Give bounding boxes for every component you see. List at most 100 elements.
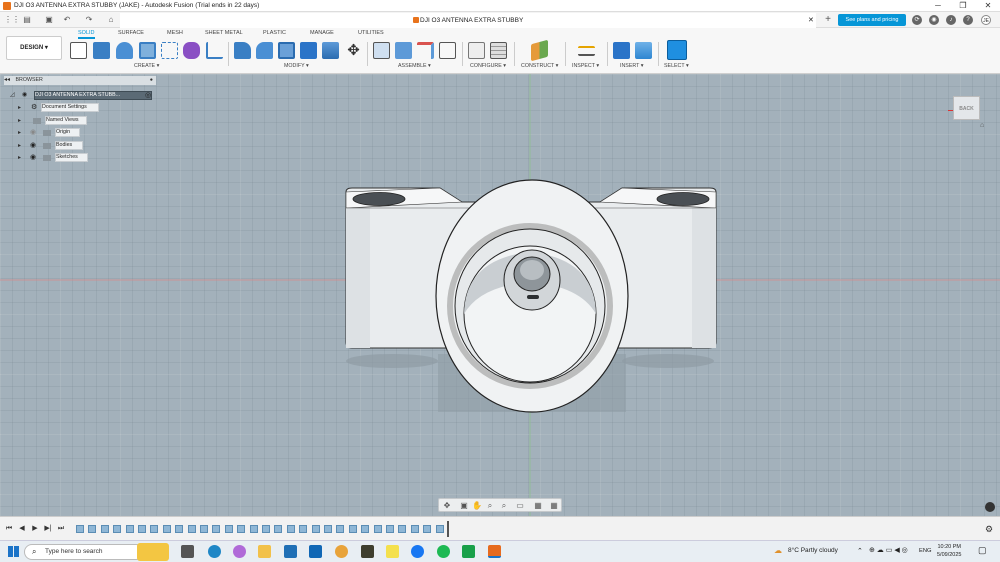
timeline-feature-icon[interactable] <box>249 525 258 533</box>
timeline-feature-icon[interactable] <box>348 525 357 533</box>
grid-settings-icon[interactable]: ▦ <box>533 501 543 511</box>
timeline-feature-icon[interactable] <box>200 525 208 533</box>
extrude-icon[interactable] <box>93 42 110 59</box>
timeline-feature-icon[interactable] <box>423 525 432 533</box>
look-at-icon[interactable]: ▣ <box>459 501 469 511</box>
help-icon[interactable]: ? <box>963 15 973 25</box>
comments-icon[interactable] <box>985 502 995 512</box>
task-view-icon[interactable] <box>181 545 194 558</box>
viewports-icon[interactable]: ▦ <box>549 501 559 511</box>
file-explorer-icon[interactable] <box>258 545 271 558</box>
home-icon[interactable]: ⌂ <box>106 15 116 25</box>
close-button[interactable]: ✕ <box>978 1 998 11</box>
timeline-feature-icon[interactable] <box>299 525 308 533</box>
zoom-icon[interactable]: ⌕ <box>485 501 495 511</box>
timeline-feature-icon[interactable] <box>361 525 370 533</box>
timeline-marker[interactable] <box>447 521 449 537</box>
tab-manage[interactable]: MANAGE <box>310 30 334 36</box>
document-tab[interactable]: DJI O3 ANTENNA EXTRA STUBBY ✕ <box>120 13 816 28</box>
timeline-feature-icon[interactable] <box>187 525 196 533</box>
group-configure[interactable]: CONFIGURE ▾ <box>470 63 506 69</box>
timeline-feature-icon[interactable] <box>237 525 246 533</box>
measure-icon[interactable] <box>578 46 595 56</box>
group-create[interactable]: CREATE ▾ <box>134 63 159 69</box>
notification-center-icon[interactable]: ▢ <box>978 545 987 556</box>
timeline-feature-icon[interactable] <box>373 525 382 533</box>
timeline-feature-icon[interactable] <box>435 525 444 533</box>
press-pull-icon[interactable] <box>234 42 251 59</box>
spotify-icon[interactable] <box>437 545 450 558</box>
timeline-next-icon[interactable]: ▶| <box>43 524 53 534</box>
browser-item-sketches[interactable]: ▸ ◉ Sketches <box>18 153 108 163</box>
orbit-icon[interactable]: ✥ <box>442 501 452 511</box>
visibility-eye-icon[interactable]: ◉ <box>22 91 27 98</box>
language-indicator[interactable]: ENG <box>919 548 932 554</box>
hole-icon[interactable] <box>139 42 156 59</box>
redo-icon[interactable]: ↷ <box>84 15 94 25</box>
timeline-feature-icon[interactable] <box>410 525 419 533</box>
messenger-icon[interactable] <box>411 545 424 558</box>
fit-icon[interactable]: ⌕ <box>499 501 509 511</box>
joint-origin-icon[interactable] <box>439 42 456 59</box>
timeline-feature-icon[interactable] <box>76 525 84 533</box>
visibility-eye-icon[interactable]: ◉ <box>30 128 36 136</box>
clock[interactable]: 10:20 PM 5/09/2025 <box>937 543 961 559</box>
notifications-icon[interactable]: ♪ <box>946 15 956 25</box>
browser-item-document-settings[interactable]: ▸ ⚙ Document Settings <box>18 103 108 113</box>
new-component-icon[interactable] <box>373 42 390 59</box>
viewcube[interactable]: BACK <box>953 96 980 120</box>
group-insert[interactable]: INSERT ▾ <box>620 63 643 69</box>
search-highlight-image[interactable] <box>137 543 169 561</box>
expand-icon[interactable]: ▸ <box>18 117 21 124</box>
new-tab-button[interactable]: + <box>822 14 834 26</box>
timeline-play-icon[interactable]: ▶ <box>30 524 40 534</box>
weather-text[interactable]: 8°C Partly cloudy <box>788 547 838 554</box>
visibility-eye-icon[interactable]: ◉ <box>30 153 36 161</box>
activate-radio-icon[interactable]: ◎ <box>145 91 151 99</box>
select-icon[interactable] <box>667 40 687 60</box>
insert-derive-icon[interactable] <box>613 42 630 59</box>
tab-surface[interactable]: SURFACE <box>118 30 144 36</box>
minimize-button[interactable]: ─ <box>928 1 948 11</box>
group-construct[interactable]: CONSTRUCT ▾ <box>521 63 558 69</box>
undo-icon[interactable]: ↶ <box>62 15 72 25</box>
configuration-table-icon[interactable] <box>490 42 507 59</box>
timeline-feature-icon[interactable] <box>274 525 283 533</box>
visibility-eye-icon[interactable]: ◉ <box>30 141 36 149</box>
expand-icon[interactable]: ▸ <box>18 129 21 136</box>
timeline-settings-icon[interactable]: ⚙ <box>984 524 994 534</box>
chrome-icon[interactable] <box>335 545 348 558</box>
shell-icon[interactable] <box>278 42 295 59</box>
maximize-button[interactable]: ❐ <box>953 1 973 11</box>
timeline-feature-icon[interactable] <box>125 525 134 533</box>
pattern-icon[interactable] <box>161 42 178 59</box>
joint-icon[interactable] <box>395 42 412 59</box>
browser-item-named-views[interactable]: ▸ Named Views <box>18 115 108 126</box>
timeline-feature-icon[interactable] <box>88 525 97 533</box>
pan-icon[interactable]: ✋ <box>472 501 482 511</box>
expand-icon[interactable]: ▸ <box>18 104 21 111</box>
edge-icon[interactable] <box>208 545 221 558</box>
timeline-feature-icon[interactable] <box>138 525 146 533</box>
start-windows-icon[interactable] <box>8 546 19 557</box>
file-menu-icon[interactable]: ▤ <box>22 15 32 25</box>
group-inspect[interactable]: INSPECT ▾ <box>572 63 599 69</box>
copilot-icon[interactable] <box>233 545 246 558</box>
store-icon[interactable] <box>284 545 297 558</box>
timeline-feature-icon[interactable] <box>398 525 407 533</box>
tray-icons[interactable]: ⊕ ☁ ▭ ◀ ◎ <box>869 546 908 554</box>
timeline-feature-icon[interactable] <box>224 525 233 533</box>
timeline-feature-icon[interactable] <box>386 525 394 533</box>
canvas-viewport[interactable] <box>0 74 1000 516</box>
derive-icon[interactable] <box>206 42 223 59</box>
timeline-feature-icon[interactable] <box>286 525 295 533</box>
browser-panel-header[interactable]: ◂◂ BROWSER ● <box>4 76 156 85</box>
save-icon[interactable]: ▣ <box>44 15 54 25</box>
plans-pricing-button[interactable]: See plans and pricing <box>838 14 906 26</box>
timeline-feature-icon[interactable] <box>262 525 270 533</box>
insert-image-icon[interactable] <box>635 42 652 59</box>
extensions-icon[interactable]: ⟳ <box>912 15 922 25</box>
expand-icon[interactable]: ▸ <box>18 142 21 149</box>
taskbar-search-input[interactable]: Type here to search <box>24 544 144 560</box>
offset-plane-icon[interactable] <box>531 39 548 62</box>
